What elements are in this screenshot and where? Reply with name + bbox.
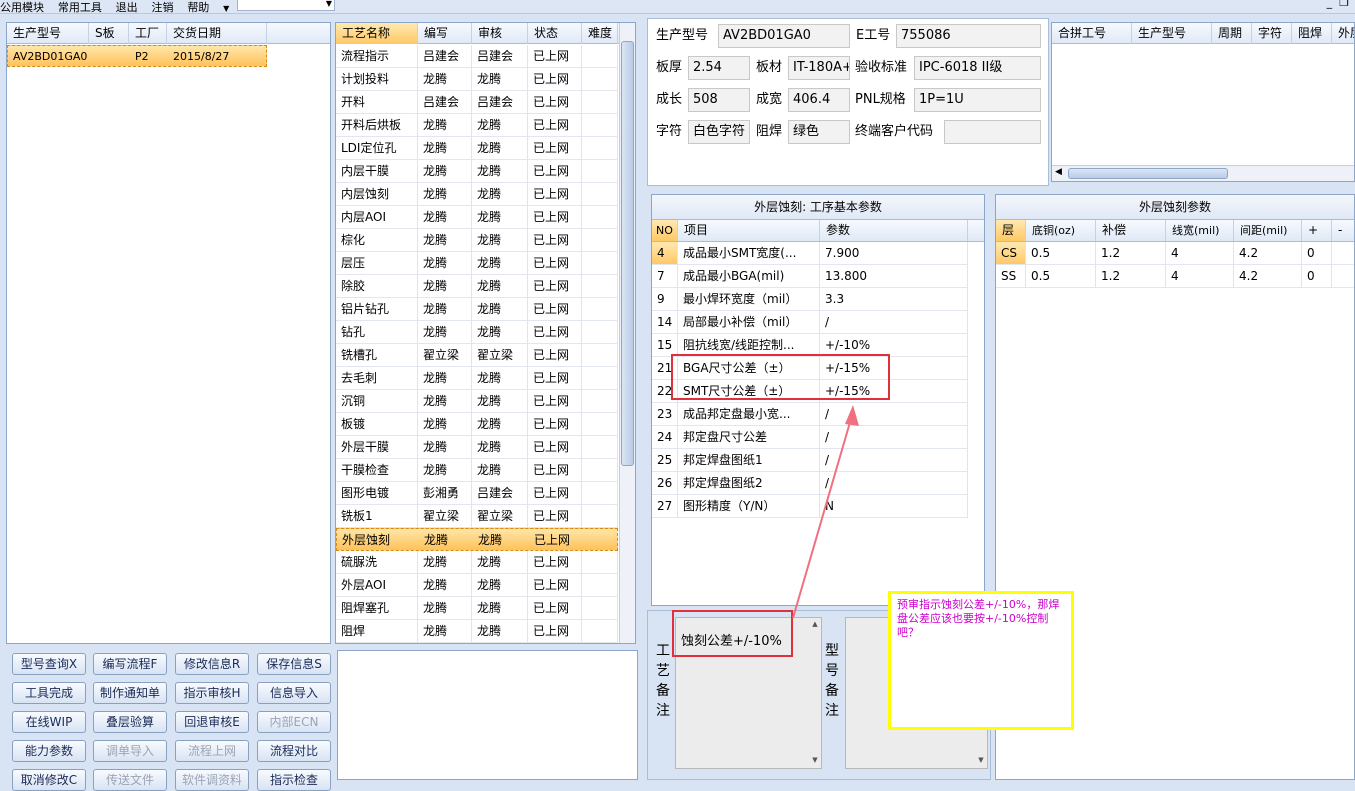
annotation-text: 预审指示蚀刻公差+/-10%，那焊盘公差应该也要按+/-10%控制吧？ <box>897 598 1060 639</box>
arrow-line <box>792 411 854 619</box>
arrow-head-icon <box>845 405 859 426</box>
annotation-arrow <box>792 405 859 619</box>
annotation-callout: 预审指示蚀刻公差+/-10%，那焊盘公差应该也要按+/-10%控制吧？ <box>888 591 1074 730</box>
